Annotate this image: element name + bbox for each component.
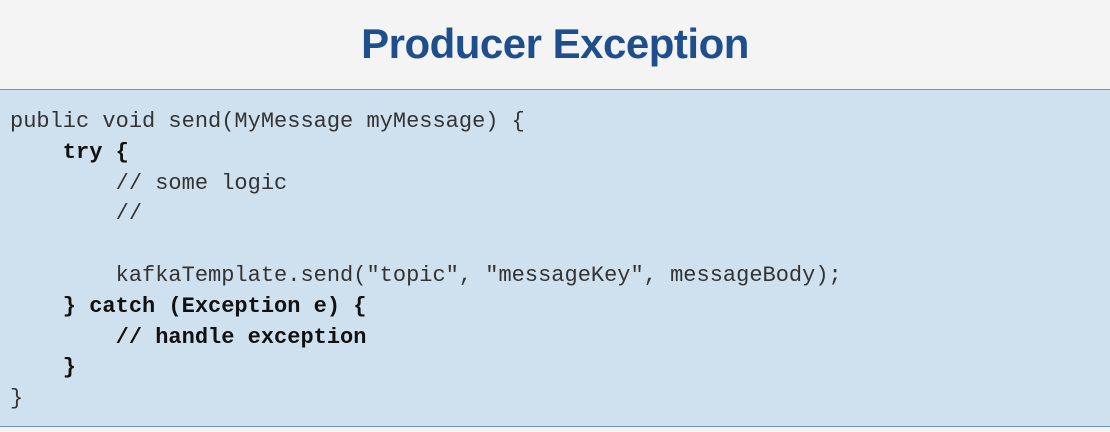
code-line-4: //: [10, 201, 143, 227]
code-line-7: } catch (Exception e) {: [10, 293, 367, 319]
slide-title: Producer Exception: [361, 20, 749, 67]
code-line-9: }: [10, 355, 77, 381]
code-line-10: }: [10, 386, 24, 412]
code-line-2: try {: [10, 139, 129, 165]
slide: Producer Exception public void send(MyMe…: [0, 0, 1110, 432]
code-line-8: // handle exception: [10, 324, 367, 350]
code-line-3: // some logic: [10, 170, 288, 196]
code-line-1: public void send(MyMessage myMessage) {: [10, 109, 525, 134]
code-listing: public void send(MyMessage myMessage) { …: [10, 107, 842, 415]
code-block: public void send(MyMessage myMessage) { …: [0, 89, 1110, 427]
code-line-6: kafkaTemplate.send("topic", "messageKey"…: [10, 262, 842, 288]
